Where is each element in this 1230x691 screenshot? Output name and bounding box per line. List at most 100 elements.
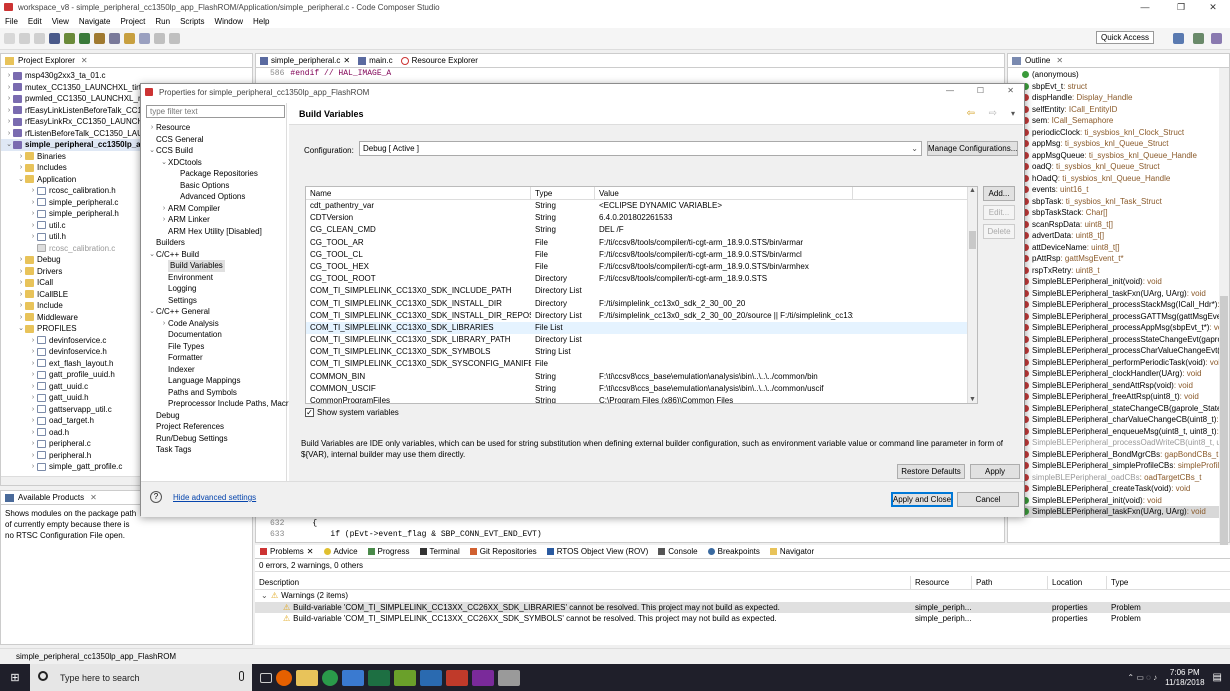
chevron-right-icon[interactable]: ›	[5, 93, 13, 105]
microphone-icon[interactable]	[239, 671, 244, 681]
chevron-right-icon[interactable]: ›	[29, 461, 37, 473]
chevron-right-icon[interactable]: ›	[29, 438, 37, 450]
table-row[interactable]: COM_TI_SIMPLELINK_CC13X0_SDK_SYSCONFIG_M…	[306, 358, 977, 370]
outline-item[interactable]: appMsgQueue : ti_sysbios_knl_Queue_Handl…	[1022, 150, 1229, 162]
menu-view[interactable]: View	[47, 17, 74, 26]
hide-advanced-settings-link[interactable]: Hide advanced settings	[173, 493, 256, 502]
restore-defaults-button[interactable]: Restore Defaults	[897, 464, 965, 479]
manage-configurations-button[interactable]: Manage Configurations...	[927, 141, 1018, 156]
nav-item[interactable]: ⌄ C/C++ Build	[148, 249, 287, 261]
warnings-group[interactable]: ⌄ ⚠ Warnings (2 items)	[255, 590, 1230, 602]
outline-item[interactable]: SimpleBLEPeripheral_stateChangeCB(gaprol…	[1022, 403, 1229, 415]
project-explorer-tab[interactable]: Project Explorer ✕	[1, 54, 252, 68]
outline-item[interactable]: SimpleBLEPeripheral_performPeriodicTask(…	[1022, 357, 1229, 369]
table-row[interactable]: COMMON_USCIF String F:\ti\ccsv8\ccs_base\e…	[306, 383, 977, 395]
chevron-right-icon[interactable]: ›	[5, 105, 13, 117]
table-row[interactable]: CG_TOOL_HEX File F:/ti/ccsv8/tools/compile…	[306, 261, 977, 273]
chevron-right-icon[interactable]: ›	[17, 312, 25, 324]
chevron-right-icon[interactable]: ›	[29, 185, 37, 197]
filter-input[interactable]: type filter text	[146, 105, 285, 118]
dialog-close-icon[interactable]: ✕	[1007, 86, 1014, 95]
outline-item[interactable]: sbpTask : ti_sysbios_knl_Task_Struct	[1022, 196, 1229, 208]
nav-item[interactable]: Build Variables	[148, 260, 287, 272]
nav-item[interactable]: CCS General	[148, 134, 287, 146]
app-diamond-icon[interactable]	[394, 669, 416, 686]
clock[interactable]: 7:06 PM 11/18/2018	[1165, 668, 1204, 688]
outline-item[interactable]: hOadQ : ti_sysbios_knl_Queue_Handle	[1022, 173, 1229, 185]
flash-icon[interactable]	[94, 33, 105, 44]
outline-item[interactable]: simpleBLEPeripheral_oadCBs : oadTargetCB…	[1022, 472, 1229, 484]
chevron-down-icon[interactable]: ⌄	[17, 323, 25, 335]
outline-item[interactable]: sbpTaskStack : Char[]	[1022, 207, 1229, 219]
perspective-extra-icon[interactable]	[1211, 33, 1222, 44]
outline-item[interactable]: advertData : uint8_t[]	[1022, 230, 1229, 242]
chevron-right-icon[interactable]: ›	[5, 70, 13, 82]
col-location[interactable]: Location	[1048, 576, 1107, 589]
chevron-right-icon[interactable]: ›	[17, 289, 25, 301]
view-menu-icon[interactable]: ▾	[1011, 109, 1015, 118]
table-row[interactable]: CG_CLEAN_CMD String DEL /F	[306, 224, 977, 236]
nav-item[interactable]: Debug	[148, 410, 287, 422]
nav-item[interactable]: › Code Analysis	[148, 318, 287, 330]
col-type[interactable]: Type	[1107, 576, 1167, 589]
chevron-right-icon[interactable]: ›	[29, 450, 37, 462]
nav-item[interactable]: File Types	[148, 341, 287, 353]
table-row[interactable]: cdt_pathentry_var String <ECLIPSE DYNAMIC …	[306, 200, 977, 212]
chevron-right-icon[interactable]: ›	[29, 335, 37, 347]
outline-item[interactable]: SimpleBLEPeripheral_processGATTMsg(gattM…	[1022, 311, 1229, 323]
apply-button[interactable]: Apply	[970, 464, 1020, 479]
tab-breakpoints[interactable]: Breakpoints	[703, 547, 765, 556]
outline-item[interactable]: SimpleBLEPeripheral_charValueChangeCB(ui…	[1022, 414, 1229, 426]
firefox-icon[interactable]	[276, 669, 292, 686]
nav-item[interactable]: Environment	[148, 272, 287, 284]
col-resource[interactable]: Resource	[911, 576, 972, 589]
back-nav-icon[interactable]: ⇦	[967, 108, 975, 119]
chevron-right-icon[interactable]: ›	[29, 220, 37, 232]
tab-progress[interactable]: Progress	[363, 547, 415, 556]
tab-advice[interactable]: Advice	[319, 547, 363, 556]
nav-item[interactable]: Indexer	[148, 364, 287, 376]
nav-item[interactable]: ARM Hex Utility [Disabled]	[148, 226, 287, 238]
nav-item[interactable]: Package Repositories	[148, 168, 287, 180]
outline-item[interactable]: SimpleBLEPeripheral_simpleProfileCBs : s…	[1022, 460, 1229, 472]
checkbox-checked-icon[interactable]: ✓	[305, 408, 314, 417]
nav-item[interactable]: Formatter	[148, 352, 287, 364]
windows-start-icon[interactable]: ⊞	[0, 664, 30, 691]
nav-item[interactable]: › ARM Compiler	[148, 203, 287, 215]
outline-item[interactable]: dispHandle : Display_Handle	[1022, 92, 1229, 104]
outline-tab[interactable]: Outline ✕	[1008, 54, 1229, 68]
configuration-select[interactable]: Debug [ Active ] ⌄	[359, 141, 922, 156]
table-scroll-thumb[interactable]	[969, 231, 976, 249]
chevron-right-icon[interactable]: ›	[29, 358, 37, 370]
app-cube2-icon[interactable]	[498, 669, 520, 686]
back-icon[interactable]	[154, 33, 165, 44]
outline-item[interactable]: SimpleBLEPeripheral_init(void) : void	[1022, 495, 1229, 507]
col-path[interactable]: Path	[972, 576, 1048, 589]
edit-button[interactable]: Edit...	[983, 205, 1015, 220]
nav-item[interactable]: Builders	[148, 237, 287, 249]
scroll-up-icon[interactable]: ▲	[969, 187, 976, 194]
chevron-right-icon[interactable]: ›	[29, 197, 37, 209]
menu-help[interactable]: Help	[248, 17, 274, 26]
outline-item[interactable]: SimpleBLEPeripheral_freeAttRsp(uint8_t) …	[1022, 391, 1229, 403]
chevron-right-icon[interactable]: ›	[17, 277, 25, 289]
terminal-icon[interactable]	[49, 33, 60, 44]
app-red-icon[interactable]	[446, 669, 468, 686]
chevron-right-icon[interactable]: ›	[160, 203, 168, 215]
app-green-icon[interactable]	[322, 669, 338, 686]
outline-item[interactable]: pAttRsp : gattMsgEvent_t*	[1022, 253, 1229, 265]
chevron-right-icon[interactable]: ›	[5, 128, 13, 140]
minimize-icon[interactable]: —	[1128, 0, 1162, 14]
menu-file[interactable]: File	[0, 17, 23, 26]
table-row[interactable]: ⚠ Build-variable 'COM_TI_SIMPLELINK_CC13X…	[255, 601, 1230, 613]
notifications-icon[interactable]: ▤	[1213, 672, 1222, 683]
close-tab-icon[interactable]: ✕	[90, 493, 97, 502]
tab-console[interactable]: Console	[653, 547, 702, 556]
save-icon[interactable]	[19, 33, 30, 44]
editor-tab-simple-peripheral[interactable]: simple_peripheral.c ✕	[260, 56, 350, 65]
nav-item[interactable]: Paths and Symbols	[148, 387, 287, 399]
nav-item[interactable]: Settings	[148, 295, 287, 307]
outline-item[interactable]: SimpleBLEPeripheral_enqueueMsg(uint8_t, …	[1022, 426, 1229, 438]
outline-item[interactable]: SimpleBLEPeripheral_createTask(void) : v…	[1022, 483, 1229, 495]
chevron-right-icon[interactable]: ›	[17, 300, 25, 312]
